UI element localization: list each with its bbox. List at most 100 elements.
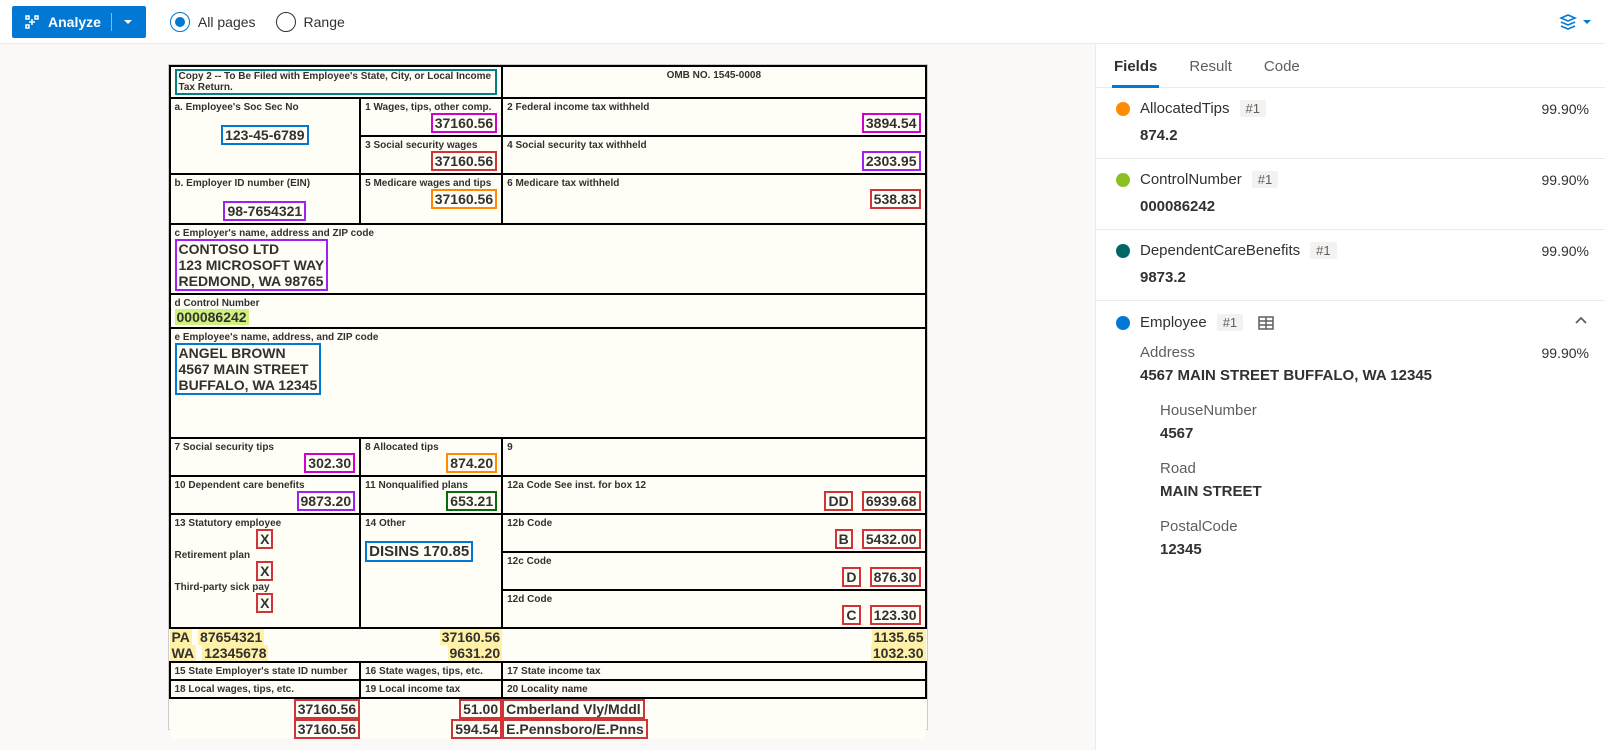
tabs: Fields Result Code: [1096, 44, 1605, 88]
field-control-number[interactable]: ControlNumber #1 99.90% 000086242: [1096, 159, 1605, 230]
doc-stw1: 37160.56: [440, 629, 502, 645]
field-badge: #1: [1240, 100, 1266, 117]
subfield-address: Address 99.90% 4567 MAIN STREET BUFFALO,…: [1140, 344, 1589, 384]
radio-all-pages[interactable]: All pages: [170, 12, 256, 32]
subfield-name: Road: [1160, 460, 1589, 477]
subfield-house-number: HouseNumber 4567: [1160, 402, 1589, 442]
doc-box12c-label: 12c Code: [507, 556, 551, 567]
doc-ssn: 123-45-6789: [221, 125, 308, 145]
doc-lt1: 51.00: [459, 699, 502, 719]
field-value: 000086242: [1140, 198, 1589, 215]
field-badge: #1: [1252, 171, 1278, 188]
doc-box7-label: 7 Social security tips: [175, 442, 275, 453]
dot-icon: [1116, 173, 1130, 187]
table-icon: [1257, 314, 1275, 332]
field-employee[interactable]: Employee #1 Address 99.90% 4567 MAIN STR…: [1096, 301, 1605, 572]
doc-box3-label: 3 Social security wages: [365, 140, 477, 151]
right-panel: Fields Result Code AllocatedTips #1 99.9…: [1095, 44, 1605, 750]
subfield-confidence: 99.90%: [1542, 345, 1589, 361]
field-name: AllocatedTips: [1140, 100, 1230, 117]
layers-dropdown[interactable]: [1559, 13, 1593, 31]
field-confidence: 99.90%: [1542, 172, 1589, 188]
doc-lt2: 594.54: [451, 719, 502, 739]
doc-box14-label: 14 Other: [365, 518, 406, 529]
tab-result[interactable]: Result: [1187, 52, 1234, 87]
analyze-button[interactable]: Analyze: [12, 6, 146, 38]
doc-third-label: Third-party sick pay: [175, 582, 270, 593]
doc-box11: 653.21: [446, 491, 497, 511]
doc-lw2: 37160.56: [294, 719, 360, 739]
doc-box12c-code: D: [842, 567, 860, 587]
doc-box14: DISINS 170.85: [365, 541, 473, 562]
fields-scroll[interactable]: AllocatedTips #1 99.90% 874.2 ControlNum…: [1096, 88, 1605, 750]
doc-c-label: c Employer's name, address and ZIP code: [175, 228, 375, 239]
doc-box17-label: 17 State income tax: [507, 666, 600, 677]
doc-c-l3: REDMOND, WA 98765: [179, 273, 325, 289]
field-confidence: 99.90%: [1542, 243, 1589, 259]
doc-box15-label: 15 State Employer's state ID number: [175, 666, 348, 677]
doc-box1-label: 1 Wages, tips, other comp.: [365, 102, 491, 113]
doc-box5: 37160.56: [431, 189, 497, 209]
page-range-group: All pages Range: [170, 12, 345, 32]
doc-box12d-code: C: [842, 605, 860, 625]
doc-b-label: b. Employer ID number (EIN): [175, 178, 311, 189]
doc-box2: 3894.54: [862, 113, 921, 133]
doc-box6-label: 6 Medicare tax withheld: [507, 178, 619, 189]
doc-st2: WA: [170, 645, 197, 661]
field-value: 9873.2: [1140, 269, 1589, 286]
radio-label-all-pages: All pages: [198, 14, 256, 30]
doc-box18-label: 18 Local wages, tips, etc.: [175, 684, 295, 695]
collapse-button[interactable]: [1573, 313, 1589, 332]
doc-loc1: Cmberland Vly/Mddl: [502, 699, 645, 719]
subfield-value: 4567 MAIN STREET BUFFALO, WA 12345: [1140, 367, 1589, 384]
subfield-name: Address: [1140, 344, 1195, 361]
subfield-value: MAIN STREET: [1160, 483, 1589, 500]
document-page: Copy 2 -- To Be Filed with Employee's St…: [168, 64, 928, 730]
doc-stid2: 12345678: [202, 645, 268, 661]
doc-box16-label: 16 State wages, tips, etc.: [365, 666, 483, 677]
radio-range[interactable]: Range: [276, 12, 345, 32]
doc-box2-label: 2 Federal income tax withheld: [507, 102, 649, 113]
main-split: Copy 2 -- To Be Filed with Employee's St…: [0, 44, 1605, 750]
doc-box12a-label: 12a Code See inst. for box 12: [507, 480, 646, 491]
doc-box12a-val: 6939.68: [862, 491, 921, 511]
radio-indicator: [170, 12, 190, 32]
doc-d-label: d Control Number: [175, 298, 260, 309]
doc-box12b-code: B: [835, 529, 853, 549]
doc-box12b-val: 5432.00: [862, 529, 921, 549]
doc-box8-label: 8 Allocated tips: [365, 442, 439, 453]
chevron-up-icon: [1573, 313, 1589, 329]
subfield-road: Road MAIN STREET: [1160, 460, 1589, 500]
field-name: Employee: [1140, 314, 1207, 331]
field-dependent-care[interactable]: DependentCareBenefits #1 99.90% 9873.2: [1096, 230, 1605, 301]
doc-box9-label: 9: [507, 442, 513, 453]
doc-stw2: 9631.20: [448, 645, 503, 661]
button-separator: [111, 13, 112, 31]
dot-icon: [1116, 316, 1130, 330]
doc-e-l2: 4567 MAIN STREET: [179, 361, 318, 377]
dot-icon: [1116, 102, 1130, 116]
doc-box6: 538.83: [870, 189, 921, 209]
field-allocated-tips[interactable]: AllocatedTips #1 99.90% 874.2: [1096, 88, 1605, 159]
doc-copy-note: Copy 2 -- To Be Filed with Employee's St…: [175, 69, 498, 95]
doc-box8: 874.20: [446, 453, 497, 473]
tab-fields[interactable]: Fields: [1112, 52, 1159, 88]
doc-omb: OMB NO. 1545-0008: [667, 70, 762, 81]
doc-box1: 37160.56: [431, 113, 497, 133]
doc-box10-label: 10 Dependent care benefits: [175, 480, 305, 491]
doc-box12c-val: 876.30: [870, 567, 921, 587]
doc-box3: 37160.56: [431, 151, 497, 171]
document-viewer[interactable]: Copy 2 -- To Be Filed with Employee's St…: [0, 44, 1095, 750]
doc-box11-label: 11 Nonqualified plans: [365, 480, 468, 491]
doc-st1: PA: [170, 629, 192, 645]
layers-icon: [1559, 13, 1577, 31]
doc-box4: 2303.95: [862, 151, 921, 171]
radio-label-range: Range: [304, 14, 345, 30]
doc-box5-label: 5 Medicare wages and tips: [365, 178, 491, 189]
tab-code[interactable]: Code: [1262, 52, 1302, 87]
doc-e-l1: ANGEL BROWN: [179, 345, 318, 361]
doc-box10: 9873.20: [297, 491, 356, 511]
doc-box4-label: 4 Social security tax withheld: [507, 140, 647, 151]
field-badge: #1: [1310, 242, 1336, 259]
doc-loc2: E.Pennsboro/E.Pnns: [502, 719, 648, 739]
